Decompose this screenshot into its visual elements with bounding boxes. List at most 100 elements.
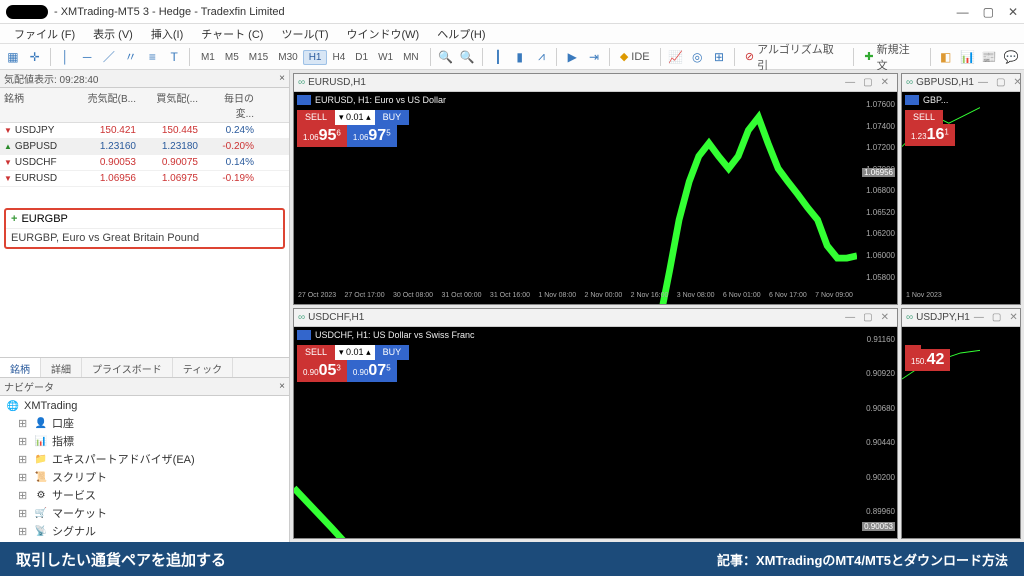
neworder-button[interactable]: ✚新規注文 xyxy=(860,41,923,73)
quote-row[interactable]: ▼USDJPY150.421150.4450.24% xyxy=(0,123,289,139)
fib-icon[interactable]: ≡ xyxy=(143,48,161,66)
autoscroll-icon[interactable]: ▶ xyxy=(563,48,581,66)
navigator-item[interactable]: ⊞🛒マーケット xyxy=(6,504,283,522)
sell-button[interactable]: SELL xyxy=(297,110,335,125)
vline-icon[interactable]: │ xyxy=(56,48,74,66)
col-symbol[interactable]: 銘柄 xyxy=(0,88,78,122)
chart-close-icon[interactable]: ✕ xyxy=(877,77,893,88)
strategy-icon[interactable]: 📊 xyxy=(959,48,977,66)
channel-icon[interactable]: 〃 xyxy=(122,48,140,66)
sell-button[interactable]: SELL xyxy=(905,110,943,124)
navigator-item[interactable]: ⊞👤口座 xyxy=(6,414,283,432)
marketwatch-close-icon[interactable]: × xyxy=(279,73,285,84)
menu-item[interactable]: 挿入(I) xyxy=(143,24,191,44)
marketwatch-tab[interactable]: 詳細 xyxy=(41,358,82,377)
timeframe-button[interactable]: D1 xyxy=(350,51,373,64)
sell-button[interactable]: SELL xyxy=(297,345,335,360)
navigator-item[interactable]: ⊞📜スクリプト xyxy=(6,468,283,486)
timeframe-button[interactable]: M5 xyxy=(220,51,244,64)
news-icon[interactable]: 📰 xyxy=(980,48,998,66)
x-tick: 27 Oct 17:00 xyxy=(345,292,385,304)
indicator-icon[interactable]: 📈 xyxy=(667,48,685,66)
lot-input[interactable]: ▾ 0.01 ▴ xyxy=(335,110,375,125)
bar-chart-icon[interactable]: ┃ xyxy=(489,48,507,66)
timeframe-button[interactable]: M1 xyxy=(196,51,220,64)
chart-max-icon[interactable]: ▢ xyxy=(859,77,876,88)
text-icon[interactable]: T xyxy=(165,48,183,66)
y-tick: 1.07200 xyxy=(855,143,895,152)
buy-button[interactable]: BUY xyxy=(375,345,410,360)
chart-min-icon[interactable]: ― xyxy=(970,312,988,323)
maximize-button[interactable]: ▢ xyxy=(983,5,994,19)
chart-window[interactable]: ∞EURUSD,H1―▢✕ EURUSD, H1: Euro vs US Dol… xyxy=(293,73,898,305)
navigator-item[interactable]: ⊞📡シグナル xyxy=(6,522,283,540)
shift-icon[interactable]: ⇥ xyxy=(585,48,603,66)
menu-item[interactable]: チャート (C) xyxy=(193,24,271,44)
symbol-search-input[interactable] xyxy=(21,213,278,225)
lot-input[interactable]: ▾ 0.01 ▴ xyxy=(335,345,375,360)
chart-close-icon[interactable]: ✕ xyxy=(1009,77,1024,88)
candle-chart-icon[interactable]: ▮ xyxy=(511,48,529,66)
navigator-close-icon[interactable]: × xyxy=(279,381,285,392)
algotrade-button[interactable]: ⊘アルゴリズム取引 xyxy=(741,41,848,73)
menu-item[interactable]: ツール(T) xyxy=(273,24,336,44)
timeframe-button[interactable]: H4 xyxy=(327,51,350,64)
chart-max-icon[interactable]: ▢ xyxy=(859,312,876,323)
chart-max-icon[interactable]: ▢ xyxy=(992,77,1009,88)
timeframe-button[interactable]: MN xyxy=(398,51,424,64)
toolbox-icon[interactable]: ◧ xyxy=(937,48,955,66)
line-chart-icon[interactable]: ⩘ xyxy=(533,48,551,66)
menu-item[interactable]: ウインドウ(W) xyxy=(339,24,428,44)
hline-icon[interactable]: ─ xyxy=(78,48,96,66)
chart-min-icon[interactable]: ― xyxy=(841,312,859,323)
chart-window[interactable]: ∞USDCHF,H1―▢✕ USDCHF, H1: US Dollar vs S… xyxy=(293,308,898,540)
chart-max-icon[interactable]: ▢ xyxy=(988,312,1005,323)
y-tick: 0.90920 xyxy=(855,369,895,378)
col-change[interactable]: 毎日の変... xyxy=(202,88,258,122)
crosshair-icon[interactable]: ✛ xyxy=(26,48,44,66)
zoomin-icon[interactable]: 🔍 xyxy=(437,48,455,66)
grid-icon[interactable]: ▦ xyxy=(4,48,22,66)
sell-price[interactable]: 1.23161 xyxy=(905,124,955,146)
search-result-item[interactable]: EURGBP, Euro vs Great Britain Pound xyxy=(6,229,283,247)
template-icon[interactable]: ◎ xyxy=(688,48,706,66)
marketwatch-tab[interactable]: ティック xyxy=(173,358,233,377)
menu-item[interactable]: ヘルプ(H) xyxy=(429,24,493,44)
ide-button[interactable]: ◆IDE xyxy=(616,50,654,63)
navigator-root[interactable]: 🌐 XMTrading xyxy=(6,398,283,414)
sell-price[interactable]: 1.06956 xyxy=(297,125,347,147)
buy-price[interactable]: 0.90075 xyxy=(347,360,397,382)
chart-min-icon[interactable]: ― xyxy=(974,77,992,88)
chart-close-icon[interactable]: ✕ xyxy=(1005,312,1021,323)
marketwatch-tab[interactable]: 銘柄 xyxy=(0,358,41,377)
timeframe-button[interactable]: M15 xyxy=(244,51,273,64)
navigator-item[interactable]: ⊞📁エキスパートアドバイザ(EA) xyxy=(6,450,283,468)
quote-row[interactable]: ▲GBPUSD1.231601.23180-0.20% xyxy=(0,139,289,155)
quote-row[interactable]: ▼USDCHF0.900530.900750.14% xyxy=(0,155,289,171)
close-button[interactable]: ✕ xyxy=(1008,5,1018,19)
sell-price[interactable]: 150.42 xyxy=(905,349,950,371)
quote-row[interactable]: ▼EURUSD1.069561.06975-0.19% xyxy=(0,171,289,187)
sell-price[interactable]: 0.90053 xyxy=(297,360,347,382)
chart-window[interactable]: ∞GBPUSD,H1―▢✕ GBP... SELL 1.23161 1 Nov … xyxy=(901,73,1021,305)
timeframe-button[interactable]: M30 xyxy=(273,51,302,64)
col-ask[interactable]: 買気配(... xyxy=(140,88,202,122)
timeframe-button[interactable]: W1 xyxy=(373,51,398,64)
chart-close-icon[interactable]: ✕ xyxy=(877,312,893,323)
navigator-item[interactable]: ⊞⚙サービス xyxy=(6,486,283,504)
menu-item[interactable]: ファイル (F) xyxy=(6,24,83,44)
minimize-button[interactable]: ― xyxy=(957,5,969,19)
col-bid[interactable]: 売気配(B... xyxy=(78,88,140,122)
buy-price[interactable]: 1.06975 xyxy=(347,125,397,147)
chart-min-icon[interactable]: ― xyxy=(841,77,859,88)
chart-window[interactable]: ∞USDJPY,H1―▢✕ 150.42 xyxy=(901,308,1021,540)
buy-button[interactable]: BUY xyxy=(375,110,410,125)
chat-icon[interactable]: 💬 xyxy=(1002,48,1020,66)
marketwatch-tab[interactable]: プライスボード xyxy=(82,358,173,377)
menu-item[interactable]: 表示 (V) xyxy=(85,24,141,44)
navigator-item[interactable]: ⊞📊指標 xyxy=(6,432,283,450)
timeframe-button[interactable]: H1 xyxy=(303,50,328,65)
zoomout-icon[interactable]: 🔍 xyxy=(458,48,476,66)
trendline-icon[interactable]: ／ xyxy=(100,48,118,66)
expert-icon[interactable]: ⊞ xyxy=(710,48,728,66)
